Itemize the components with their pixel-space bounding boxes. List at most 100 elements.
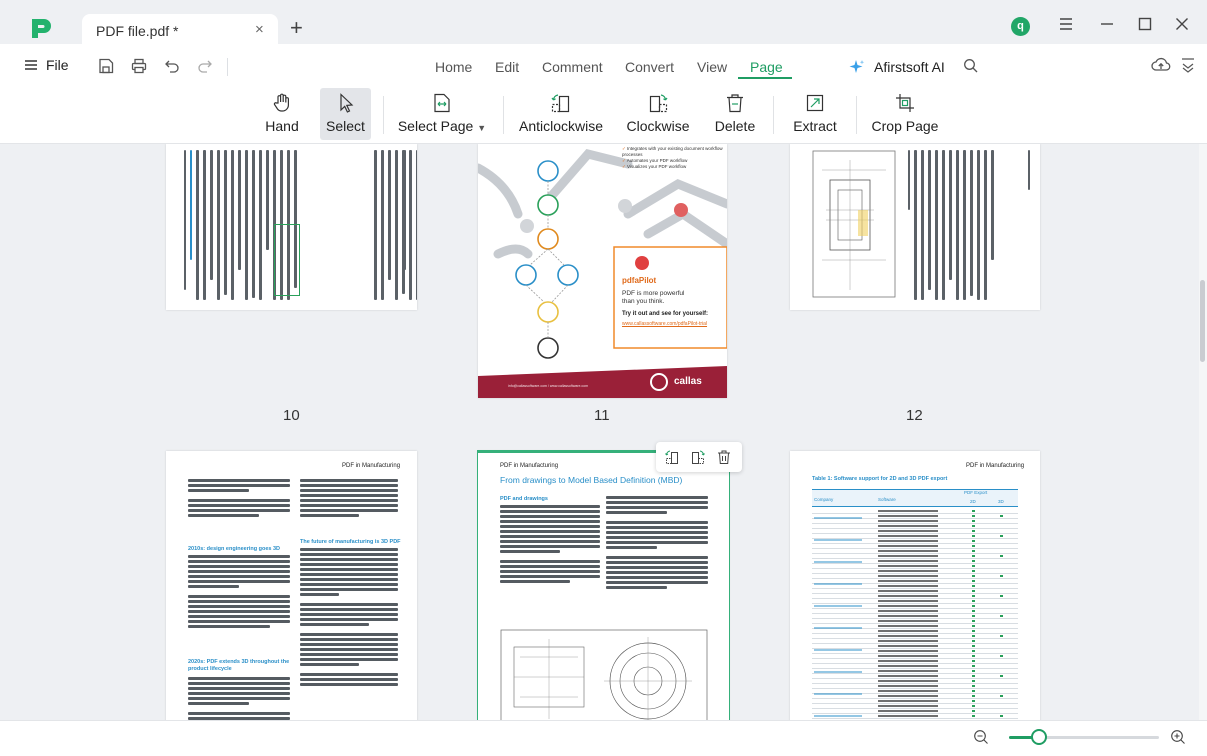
page-text-column [188,555,290,630]
rotate-anticlockwise-icon [551,94,570,113]
page-link: www.callassoftware.com/pdfaPilot-trial [622,321,708,327]
page-number-11: 11 [594,407,610,424]
page-hover-actions [656,442,742,472]
undo-icon[interactable] [163,57,181,75]
tab-home[interactable]: Home [435,59,472,75]
zoom-slider[interactable] [1009,729,1159,745]
zoom-slider-handle[interactable] [1031,729,1047,745]
page-running-header: PDF in Manufacturing [342,463,401,469]
tab-edit[interactable]: Edit [495,59,519,75]
table-header-3d: 3D [998,499,1004,504]
rotate-clockwise-icon[interactable] [690,449,706,465]
close-window-icon[interactable] [1172,14,1192,34]
file-menu-label: File [46,57,69,73]
select-page-icon [434,93,450,113]
active-tab-indicator [738,77,792,79]
rotate-anticlockwise-label: Anticlockwise [518,118,604,134]
rotate-anticlockwise-button[interactable]: Anticlockwise [517,88,605,140]
collapse-ribbon-icon[interactable] [1181,57,1195,73]
minimize-icon[interactable] [1097,14,1117,34]
page-running-header: PDF in Manufacturing [500,463,559,469]
tab-view[interactable]: View [697,59,727,75]
page-thumbnail-15[interactable]: PDF in Manufacturing Table 1: Software s… [790,451,1040,720]
hand-tool-label: Hand [265,118,299,134]
new-tab-button[interactable]: + [290,15,303,41]
page-footer-brand: callas [674,376,702,387]
menu-lines-icon [25,60,37,70]
crop-page-button[interactable]: Crop Page [870,88,940,140]
page-thumbnail-11[interactable]: ✓ Integrates with your existing document… [478,144,727,398]
table-company-column [814,509,862,720]
page-thumbnail-10[interactable] [166,144,417,310]
page-title: From drawings to Model Based Definition … [500,475,683,485]
cursor-icon [339,93,353,113]
user-avatar[interactable]: q [1011,17,1030,36]
select-tool-button[interactable]: Select [320,88,371,140]
zoom-in-icon[interactable] [1170,729,1186,745]
search-icon[interactable] [963,58,979,74]
cloud-upload-icon[interactable] [1151,56,1171,74]
page-thumbnail-14[interactable]: PDF in Manufacturing From drawings to Mo… [477,450,730,720]
hamburger-menu-icon[interactable] [1056,14,1076,34]
ai-assistant-button[interactable]: Afirstsoft AI [848,58,945,76]
page-cta: Try it out and see for yourself: [622,311,709,317]
page-heading: 2010s: design engineering goes 3D [188,546,281,552]
ribbon-divider [383,96,384,134]
ribbon-divider [856,96,857,134]
page-table-title: Table 1: Software support for 2D and 3D … [812,476,948,482]
extract-page-button[interactable]: Extract [787,88,843,140]
redo-icon[interactable] [196,57,214,75]
rotate-anticlockwise-icon[interactable] [664,449,680,465]
page-text-column [500,505,600,585]
tab-close-icon[interactable]: × [255,21,264,38]
select-page-button[interactable]: Select Page ▼ [396,88,488,140]
page-heading: 2020s: PDF extends 3D throughout the pro… [188,659,290,672]
maximize-icon[interactable] [1135,14,1155,34]
dropdown-arrow-icon: ▼ [477,123,487,133]
page-tagline: PDF is more powerful than you think. [622,290,685,305]
tab-convert[interactable]: Convert [625,59,674,75]
rotate-clockwise-button[interactable]: Clockwise [625,88,691,140]
title-bar: PDF file.pdf * × + q [0,0,1207,46]
page-thumbnail-area[interactable]: 10 ✓ Integrates with your existing docum… [0,144,1199,720]
table-software-column [878,509,938,720]
page-text-column [188,677,290,720]
print-icon[interactable] [130,57,148,75]
toolbar-divider [227,58,228,76]
page-bullet-list: ✓ Integrates with your existing document… [622,146,723,169]
page-thumbnail-13[interactable]: PDF in Manufacturing 2010s: design engin… [166,451,417,720]
table-2d-checks [972,509,975,720]
page-text-block [908,150,994,300]
page-technical-drawing [500,629,708,720]
document-tab[interactable]: PDF file.pdf * × [82,14,278,46]
rotate-clockwise-icon [649,94,668,113]
page-running-header: PDF in Manufacturing [966,463,1025,469]
page-running-header [404,150,406,300]
file-menu-button[interactable]: File [24,57,69,73]
rotate-clockwise-label: Clockwise [626,118,690,134]
zoom-out-icon[interactable] [973,729,989,745]
page-brand-label: pdfaPilot [622,276,657,285]
table-3d-checks [1000,509,1003,720]
hand-tool-button[interactable]: Hand [259,88,305,140]
save-icon[interactable] [97,57,115,75]
tab-title: PDF file.pdf * [96,23,179,39]
page-text-column [606,496,708,591]
hand-icon [273,93,289,112]
page-heading: PDF and drawings [500,496,548,502]
ribbon-divider [503,96,504,134]
table-header-software: Software [878,497,896,502]
page-thumbnail-12[interactable] [790,144,1040,310]
scrollbar-thumb[interactable] [1200,280,1205,362]
page-sidebar-box [274,224,300,296]
trash-icon[interactable] [716,449,732,465]
vertical-scrollbar[interactable] [1199,144,1207,720]
delete-page-button[interactable]: Delete [712,88,758,140]
tab-page[interactable]: Page [750,59,783,75]
ai-assistant-label: Afirstsoft AI [874,59,945,75]
select-page-label: Select Page [397,118,474,134]
page-technical-drawing [812,150,896,298]
table-header-pdf-export: PDF Export [964,490,988,495]
tab-comment[interactable]: Comment [542,59,603,75]
page-flowchart-graphic [478,148,727,398]
